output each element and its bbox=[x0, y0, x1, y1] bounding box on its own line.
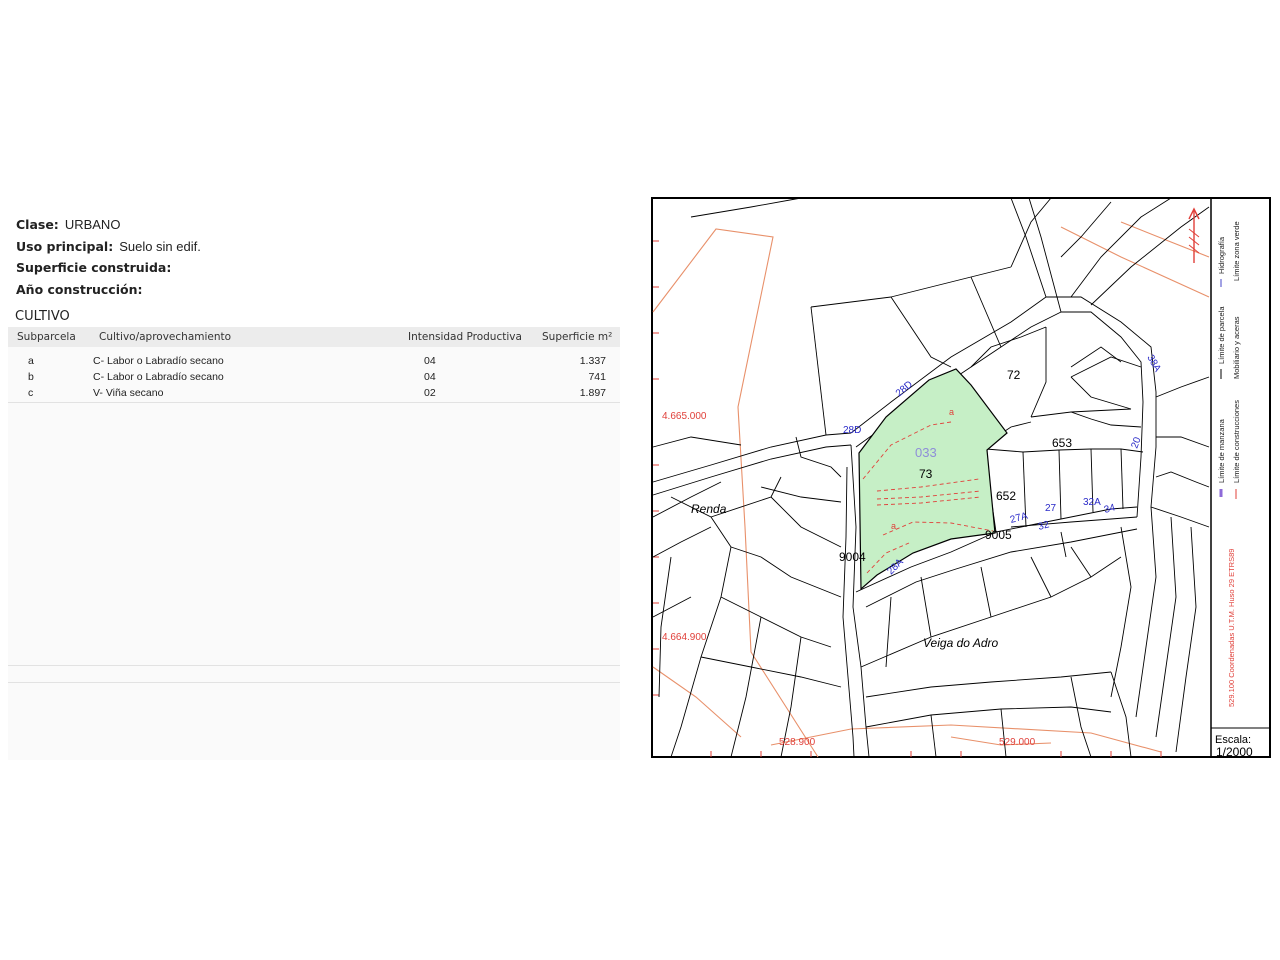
utm-y-coordinate: 4.665.000 bbox=[662, 411, 707, 422]
uso-principal-label: Uso principal: bbox=[16, 238, 114, 254]
cell-intensidad: 02 bbox=[424, 387, 436, 399]
cell-cultivo: C- Labor o Labradío secano bbox=[93, 371, 224, 383]
cultivo-table-header: Subparcela Cultivo/aprovechamiento Inten… bbox=[8, 327, 620, 347]
highlight-reference: 033 bbox=[915, 445, 937, 460]
legend-zona-verde: Límite zona verde bbox=[1232, 221, 1241, 281]
cell-subparcela: a bbox=[28, 355, 34, 367]
table-divider bbox=[8, 665, 620, 666]
house-number: 32A bbox=[1083, 497, 1101, 508]
legend-construcciones: Límite de construcciones bbox=[1232, 400, 1241, 483]
utm-y-coordinate: 4.664.900 bbox=[662, 632, 707, 643]
table-divider bbox=[8, 402, 620, 403]
utm-x-coordinate: 529.000 bbox=[999, 737, 1036, 748]
legend-coordenadas: 529.100 Coordenadas U.T.M. Huso 29 ETRS8… bbox=[1227, 549, 1236, 707]
cell-intensidad: 04 bbox=[424, 371, 436, 383]
cell-subparcela: c bbox=[28, 387, 34, 399]
cultivo-title: CULTIVO bbox=[15, 309, 70, 324]
parcel-number: 9004 bbox=[839, 550, 866, 564]
house-number: 28D bbox=[843, 425, 861, 436]
parcel-number: 9005 bbox=[985, 528, 1012, 542]
anio-construccion-row: Año construcción: bbox=[16, 279, 616, 301]
header-intensidad: Intensidad Productiva bbox=[408, 331, 522, 343]
parcel-number: 653 bbox=[1052, 436, 1072, 450]
parcel-info: Clase: URBANO Uso principal: Suelo sin edi… bbox=[16, 214, 616, 300]
header-subparcela: Subparcela bbox=[17, 331, 76, 343]
parcel-number: 652 bbox=[996, 489, 1016, 503]
subparcel-letter: a bbox=[891, 521, 896, 531]
cell-superficie: 1.337 bbox=[579, 355, 606, 367]
table-row: a C- Labor o Labradío secano 04 1.337 bbox=[8, 351, 620, 367]
table-row: b C- Labor o Labradío secano 04 741 bbox=[8, 367, 620, 383]
clase-value: URBANO bbox=[64, 217, 121, 232]
subparcel-letter: a bbox=[949, 407, 954, 417]
uso-principal-value: Suelo sin edif. bbox=[119, 238, 201, 254]
utm-x-coordinate: 528.900 bbox=[779, 737, 816, 748]
table-divider bbox=[8, 682, 620, 683]
table-row: c V- Viña secano 02 1.897 bbox=[8, 383, 620, 399]
clase-label: Clase: bbox=[16, 217, 59, 232]
house-number: 27 bbox=[1045, 503, 1057, 514]
clase-row: Clase: URBANO bbox=[16, 214, 616, 236]
superficie-construida-label: Superficie construida: bbox=[16, 260, 172, 275]
anio-construccion-label: Año construcción: bbox=[16, 281, 143, 297]
header-superficie: Superficie m² bbox=[542, 331, 613, 343]
cell-cultivo: V- Viña secano bbox=[93, 387, 164, 399]
cell-intensidad: 04 bbox=[424, 355, 436, 367]
legend-manzana: Límite de manzana bbox=[1217, 418, 1226, 483]
place-name: Veiga do Adro bbox=[923, 636, 998, 650]
scale-value: 1/2000 bbox=[1216, 745, 1253, 759]
cell-cultivo: C- Labor o Labradío secano bbox=[93, 355, 224, 367]
place-name: Renda bbox=[691, 502, 727, 516]
legend-parcela: Límite de parcela bbox=[1217, 306, 1226, 364]
cadastral-map: 72 73 653 652 9005 9004 033 Renda Veiga … bbox=[651, 197, 1271, 759]
uso-principal-row: Uso principal: Suelo sin edif. bbox=[16, 236, 616, 258]
cell-subparcela: b bbox=[28, 371, 34, 383]
header-cultivo: Cultivo/aprovechamiento bbox=[99, 331, 232, 343]
cell-superficie: 1.897 bbox=[579, 387, 606, 399]
parcel-number: 72 bbox=[1007, 368, 1021, 382]
cultivo-table: Subparcela Cultivo/aprovechamiento Inten… bbox=[8, 327, 620, 760]
superficie-construida-row: Superficie construida: bbox=[16, 257, 616, 279]
legend-hidrografia: Hidrografía bbox=[1217, 236, 1226, 274]
legend-mobiliario: Mobiliario y aceras bbox=[1232, 316, 1241, 379]
cell-superficie: 741 bbox=[588, 371, 606, 383]
parcel-number: 73 bbox=[919, 467, 933, 481]
